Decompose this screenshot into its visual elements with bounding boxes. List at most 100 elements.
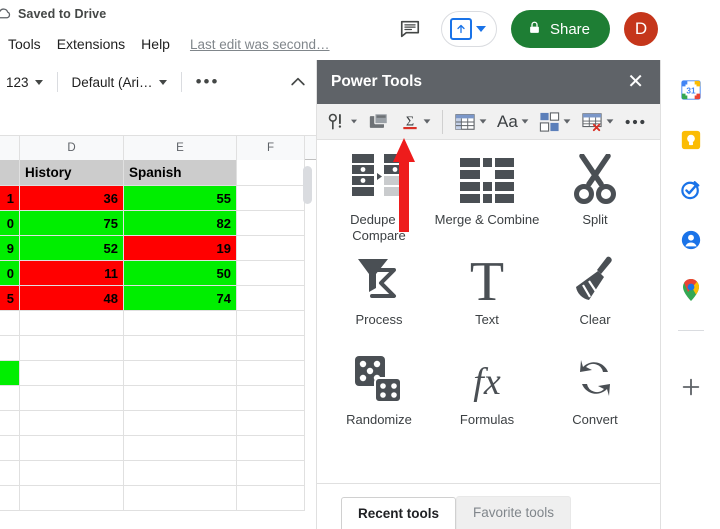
cell-f-5[interactable] [237,286,305,311]
cell-d-1[interactable]: 36 [20,186,124,211]
google-keep-icon[interactable] [679,128,703,152]
google-tasks-icon[interactable] [679,178,703,202]
cell-d-8[interactable] [20,361,124,386]
column-header-c[interactable] [0,136,20,160]
last-edit-link[interactable]: Last edit was second… [190,37,330,52]
cell-e-4[interactable]: 50 [124,261,237,286]
cell-d-6[interactable] [20,311,124,336]
add-ons-plus-icon[interactable] [679,375,703,399]
google-contacts-icon[interactable] [679,228,703,252]
share-button[interactable]: Share [510,10,610,48]
cell-e-2[interactable]: 82 [124,211,237,236]
pt-sheets-icon[interactable] [364,109,394,135]
cell-e-1[interactable]: 55 [124,186,237,211]
cell-c-1[interactable]: 1 [0,186,20,211]
cell-e-7[interactable] [124,336,237,361]
cell-e-10[interactable] [124,411,237,436]
publish-upload-button[interactable] [440,11,497,47]
column-header-d[interactable]: D [20,136,124,160]
cell-e-header[interactable]: Spanish [124,160,237,186]
tool-randomize[interactable]: Randomize [325,348,433,428]
cell-c-2[interactable]: 0 [0,211,20,236]
cell-c-10[interactable] [0,411,20,436]
cell-e-9[interactable] [124,386,237,411]
cell-c-4[interactable]: 0 [0,261,20,286]
cell-e-8[interactable] [124,361,237,386]
cell-f-header[interactable] [237,160,305,186]
google-calendar-icon[interactable]: 31 [679,78,703,102]
cell-f-9[interactable] [237,386,305,411]
pt-more-icon[interactable] [620,115,650,129]
menu-tools[interactable]: Tools [0,33,49,55]
toolbar-more-button[interactable]: ••• [190,72,226,92]
vertical-scrollbar[interactable] [303,166,312,204]
cell-d-2[interactable]: 75 [20,211,124,236]
comment-icon[interactable] [393,12,427,46]
tool-clear[interactable]: Clear [541,248,649,328]
tab-recent-tools[interactable]: Recent tools [341,497,457,529]
font-name-button[interactable]: Default (Ari… [66,70,173,95]
cell-c-3[interactable]: 9 [0,236,20,261]
cell-f-1[interactable] [237,186,305,211]
cell-d-3[interactable]: 52 [20,236,124,261]
cell-f-13[interactable] [237,486,305,511]
cell-f-6[interactable] [237,311,305,336]
cell-e-12[interactable] [124,461,237,486]
pt-clear-icon[interactable] [577,109,618,135]
menu-extensions[interactable]: Extensions [49,33,133,55]
cell-c-9[interactable] [0,386,20,411]
pt-sum-icon[interactable]: Σ [396,108,435,136]
tool-merge-combine[interactable]: Merge & Combine [433,148,541,228]
cell-e-3[interactable]: 19 [124,236,237,261]
google-maps-icon[interactable] [679,278,703,302]
cell-d-4[interactable]: 11 [20,261,124,286]
cell-f-10[interactable] [237,411,305,436]
cell-d-7[interactable] [20,336,124,361]
cell-f-7[interactable] [237,336,305,361]
tool-formulas[interactable]: fx Formulas [433,348,541,428]
cell-f-2[interactable] [237,211,305,236]
cell-c-12[interactable] [0,461,20,486]
cell-e-5[interactable]: 74 [124,286,237,311]
cell-d-9[interactable] [20,386,124,411]
cell-e-6[interactable] [124,311,237,336]
pt-table-icon[interactable] [450,109,491,135]
menu-help[interactable]: Help [133,33,178,55]
close-icon[interactable]: ✕ [625,72,646,92]
cell-d-12[interactable] [20,461,124,486]
cell-f-3[interactable] [237,236,305,261]
pt-split-icon[interactable] [535,109,575,135]
cell-c-header[interactable] [0,160,20,186]
cell-c-6[interactable] [0,311,20,336]
avatar[interactable]: D [624,12,658,46]
cell-d-10[interactable] [20,411,124,436]
cell-f-8[interactable] [237,361,305,386]
cell-e-11[interactable] [124,436,237,461]
cell-c-11[interactable] [0,436,20,461]
cell-d-header[interactable]: History [20,160,124,186]
collapse-toolbar-button[interactable] [288,72,308,97]
pt-text-icon[interactable]: Aa [493,109,533,135]
number-format-button[interactable]: 123 [0,70,49,95]
cell-d-11[interactable] [20,436,124,461]
cell-f-12[interactable] [237,461,305,486]
cell-c-8[interactable] [0,361,20,386]
tab-favorite-tools[interactable]: Favorite tools [456,496,572,529]
tool-split[interactable]: Split [541,148,649,228]
formula-bar[interactable] [0,104,316,136]
tool-dedupe-compare[interactable]: Dedupe & Compare [325,148,433,244]
column-header-f[interactable]: F [237,136,305,160]
cell-d-13[interactable] [20,486,124,511]
tool-process[interactable]: Process [325,248,433,328]
cell-d-5[interactable]: 48 [20,286,124,311]
cell-c-7[interactable] [0,336,20,361]
cell-c-13[interactable] [0,486,20,511]
tool-convert[interactable]: Convert [541,348,649,428]
cell-e-13[interactable] [124,486,237,511]
cell-f-4[interactable] [237,261,305,286]
tool-text[interactable]: T Text [433,248,541,328]
cell-f-11[interactable] [237,436,305,461]
column-header-e[interactable]: E [124,136,237,160]
pt-tool-hints-icon[interactable] [323,109,362,135]
cell-c-5[interactable]: 5 [0,286,20,311]
